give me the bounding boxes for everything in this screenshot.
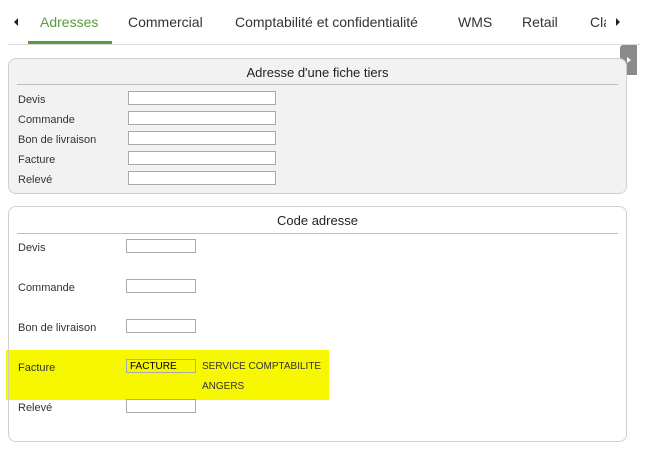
- code-facture-input[interactable]: [126, 359, 196, 373]
- panel-title: Adresse d'une fiche tiers: [246, 65, 389, 80]
- code-releve-input[interactable]: [126, 399, 196, 413]
- panel-title-rule: [17, 233, 618, 234]
- label-facture: Facture: [18, 154, 56, 166]
- label-bon-de-livraison: Bon de livraison: [18, 322, 97, 334]
- tab-wms[interactable]: WMS: [458, 14, 492, 30]
- panel-title: Code adresse: [277, 213, 358, 228]
- label-releve: Relevé: [18, 402, 53, 414]
- tab-cla[interactable]: Cla: [590, 14, 606, 30]
- label-facture: Facture: [18, 362, 56, 374]
- tiers-commande-input[interactable]: [128, 111, 276, 125]
- tab-commercial[interactable]: Commercial: [128, 14, 203, 30]
- label-releve: Relevé: [18, 174, 53, 186]
- tab-adresses[interactable]: Adresses: [40, 14, 98, 30]
- tab-retail[interactable]: Retail: [522, 14, 558, 30]
- code-commande-input[interactable]: [126, 279, 196, 293]
- tab-comptabilite[interactable]: Comptabilité et confidentialité: [235, 14, 418, 30]
- tiers-devis-input[interactable]: [128, 91, 276, 105]
- tiers-releve-input[interactable]: [128, 171, 276, 185]
- label-devis: Devis: [18, 94, 46, 106]
- tab-scroll-right-icon[interactable]: [612, 14, 624, 30]
- tab-bar: Adresses Commercial Comptabilité et conf…: [0, 0, 640, 45]
- label-devis: Devis: [18, 242, 46, 254]
- label-commande: Commande: [18, 114, 75, 126]
- code-bon-livraison-input[interactable]: [126, 319, 196, 333]
- panel-code-adresse: Code adresse Devis Commande Bon de livra…: [8, 206, 627, 442]
- panel-title-rule: [17, 84, 618, 85]
- label-bon-de-livraison: Bon de livraison: [18, 134, 97, 146]
- panel-adresse-fiche-tiers: Adresse d'une fiche tiers Devis Commande…: [8, 58, 627, 194]
- tiers-facture-input[interactable]: [128, 151, 276, 165]
- tab-strip: Adresses Commercial Comptabilité et conf…: [0, 0, 606, 40]
- facture-description-line2: ANGERS: [202, 381, 245, 392]
- label-commande: Commande: [18, 282, 75, 294]
- facture-description-line1: SERVICE COMPTABILITE: [202, 361, 322, 372]
- tab-divider: [8, 44, 640, 45]
- tiers-bon-livraison-input[interactable]: [128, 131, 276, 145]
- code-devis-input[interactable]: [126, 239, 196, 253]
